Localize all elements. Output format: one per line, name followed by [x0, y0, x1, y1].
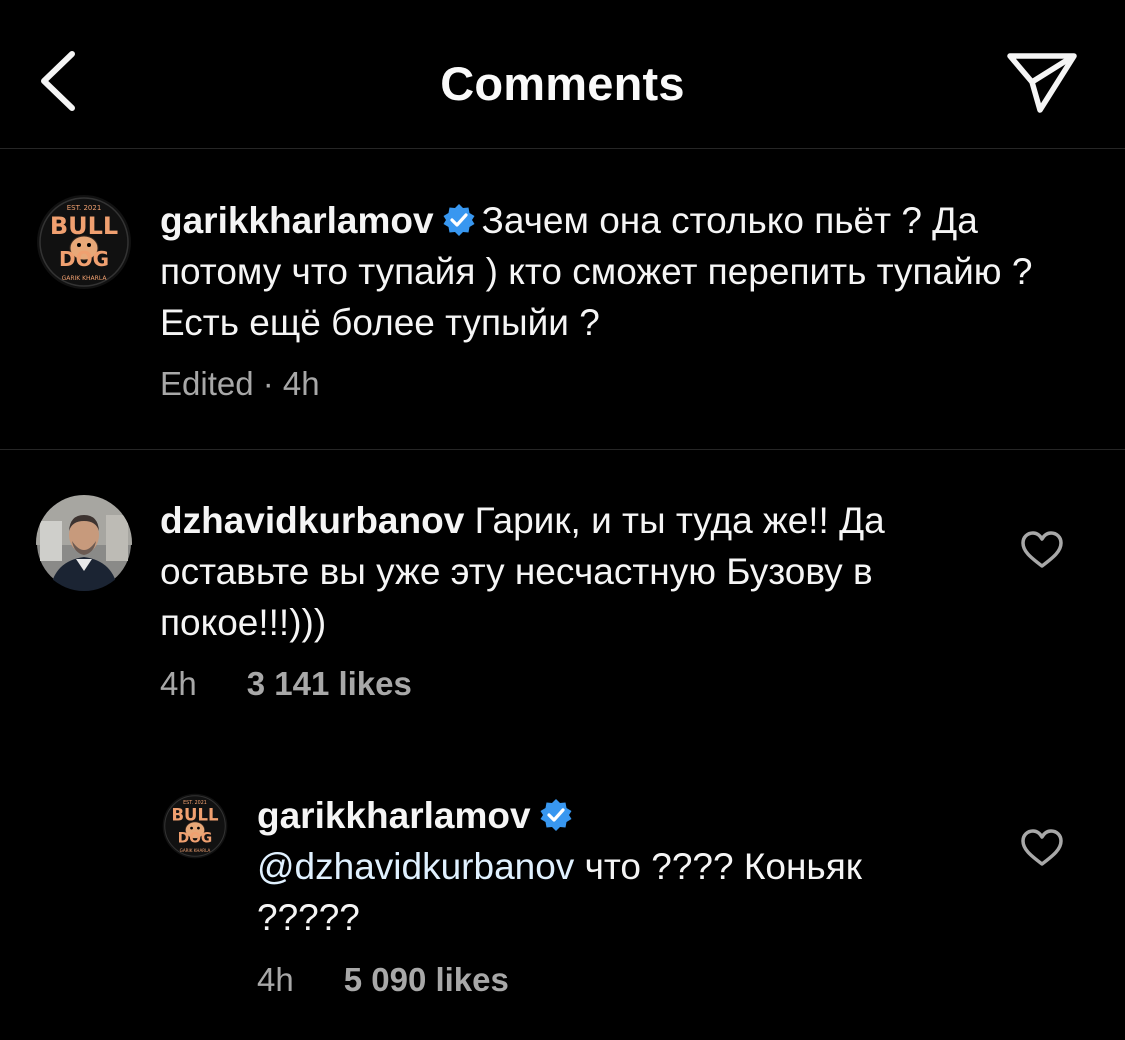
page-title: Comments: [440, 57, 685, 110]
avatar[interactable]: EST. 2021 BULL DOG GARIK KHARLA: [162, 793, 228, 859]
likes-count[interactable]: 5 090 likes: [344, 961, 509, 998]
avatar-logo-est: EST. 2021: [67, 204, 102, 212]
caption-meta: Edited · 4h: [160, 365, 320, 402]
share-button[interactable]: [1002, 48, 1082, 114]
comment-time: 4h: [160, 665, 197, 702]
caption-username[interactable]: garikkharlamov: [160, 200, 434, 241]
avatar[interactable]: [36, 495, 132, 591]
user-photo-icon: [36, 495, 132, 591]
header-bar: Comments: [0, 0, 1125, 149]
mention-link[interactable]: @dzhavidkurbanov: [257, 846, 574, 887]
like-button[interactable]: [1020, 828, 1064, 868]
avatar-logo-name: GARIK KHARLA: [180, 848, 211, 853]
comment-text: dzhavidkurbanov Гарик, и ты туда же!! Да…: [160, 495, 960, 648]
avatar-logo-word-2: DOG: [178, 831, 212, 847]
heart-icon: [1021, 531, 1063, 568]
reply-time: 4h: [257, 961, 294, 998]
comment-username[interactable]: dzhavidkurbanov: [160, 500, 464, 541]
like-button[interactable]: [1020, 530, 1064, 570]
bulldog-logo-icon: EST. 2021 BULL DOG GARIK KHARLA: [37, 195, 131, 289]
paper-plane-icon: [1007, 53, 1077, 113]
bulldog-logo-icon: EST. 2021 BULL DOG GARIK KHARLA: [162, 793, 228, 859]
reply-meta: 4h 5 090 likes: [257, 961, 509, 999]
caption-comment: EST. 2021 BULL DOG GARIK KHARLA garikkha…: [0, 149, 1125, 450]
avatar[interactable]: EST. 2021 BULL DOG GARIK KHARLA: [36, 194, 132, 290]
comment-meta: 4h 3 141 likes: [160, 665, 412, 703]
reply-text: garikkharlamov @dzhavidkurbanov что ???? …: [257, 790, 967, 943]
avatar-logo-word-2: DOG: [59, 247, 109, 271]
verified-badge-icon: [539, 794, 573, 831]
heart-icon: [1021, 829, 1063, 866]
avatar-logo-name: GARIK KHARLA: [62, 275, 108, 282]
likes-count[interactable]: 3 141 likes: [247, 665, 412, 702]
caption-text: garikkharlamov Зачем она столько пьёт ? Д…: [160, 195, 1085, 348]
verified-badge-icon: [442, 199, 476, 236]
reply-username[interactable]: garikkharlamov: [257, 795, 531, 836]
